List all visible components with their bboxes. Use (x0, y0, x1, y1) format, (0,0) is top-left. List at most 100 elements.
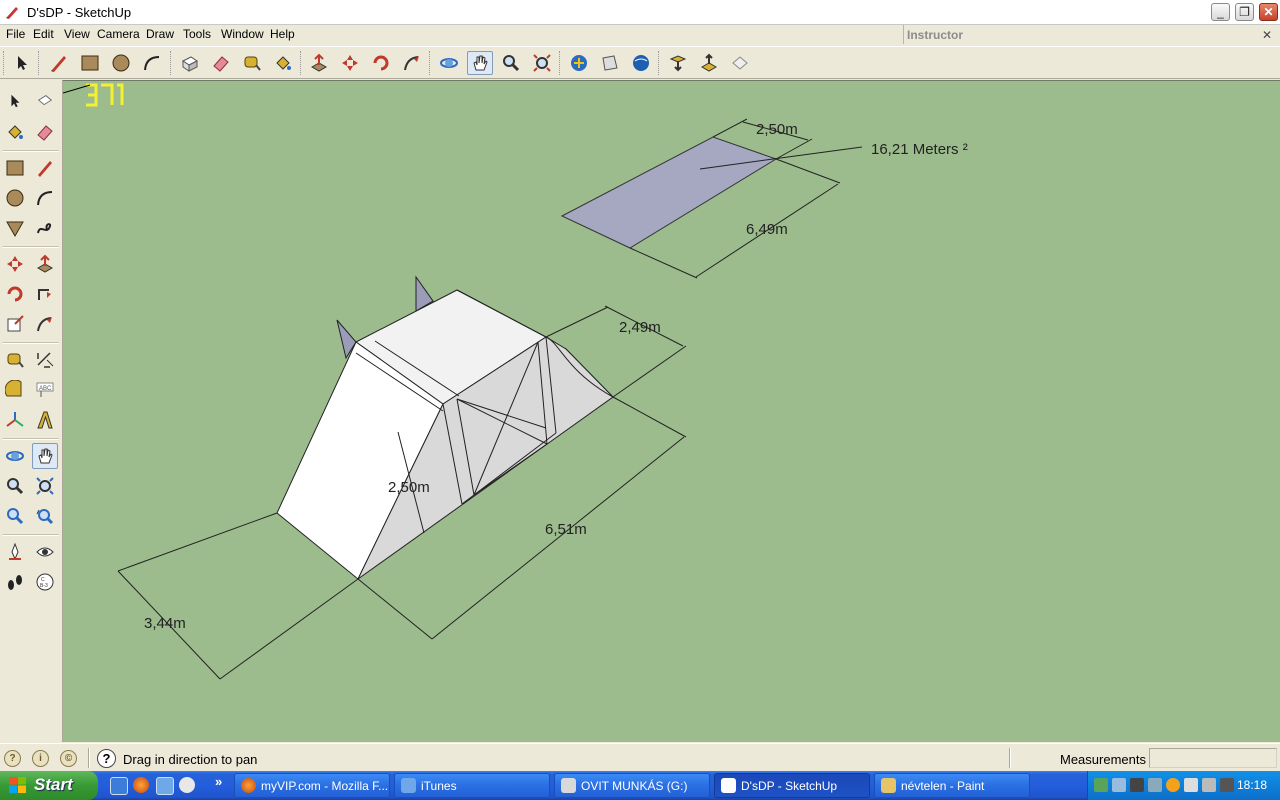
task-itunes[interactable]: iTunes (394, 773, 550, 798)
toolbar-grip[interactable] (38, 51, 42, 75)
display-icon[interactable] (1220, 778, 1234, 792)
google-earth-icon[interactable] (628, 51, 654, 75)
follow-me-icon[interactable] (32, 281, 58, 307)
pencil-icon[interactable] (32, 155, 58, 181)
safely-remove-icon[interactable] (1184, 778, 1198, 792)
section-plane-icon[interactable]: C B-3 (32, 569, 58, 595)
paint-bucket-icon[interactable] (2, 119, 28, 145)
push-pull-icon[interactable] (32, 251, 58, 277)
follow-me-icon[interactable] (399, 51, 425, 75)
firefox-icon[interactable] (133, 777, 149, 793)
zoom-extents-icon[interactable] (529, 51, 555, 75)
toolbar-grip[interactable] (170, 51, 174, 75)
arc-icon[interactable] (139, 51, 165, 75)
winamp-icon[interactable] (179, 777, 195, 793)
pan-icon[interactable] (467, 51, 493, 75)
scale-icon[interactable] (2, 311, 28, 337)
itunes-icon[interactable] (156, 777, 174, 795)
task-firefox[interactable]: myVIP.com - Mozilla F... (234, 773, 390, 798)
pencil-icon[interactable] (46, 51, 72, 75)
look-around-icon[interactable] (32, 539, 58, 565)
menu-edit[interactable]: Edit (33, 27, 54, 41)
restore-button[interactable]: ❐ (1235, 3, 1254, 21)
antivirus-icon[interactable] (1166, 778, 1180, 792)
eraser-icon[interactable] (208, 51, 234, 75)
network-icon[interactable] (1094, 778, 1108, 792)
orbit-icon[interactable] (436, 51, 462, 75)
polygon-icon[interactable] (2, 215, 28, 241)
eraser-icon[interactable] (32, 119, 58, 145)
toolbar-grip[interactable] (3, 51, 7, 75)
toolbar-grip[interactable] (429, 51, 433, 75)
tape-measure-icon[interactable] (239, 51, 265, 75)
minimize-button[interactable]: _ (1211, 3, 1230, 21)
menu-file[interactable]: File (6, 27, 25, 41)
menu-window[interactable]: Window (221, 27, 264, 41)
arc-icon[interactable] (32, 185, 58, 211)
toolbar-grip[interactable] (559, 51, 563, 75)
zoom-extents-icon[interactable] (2, 503, 28, 529)
credits-icon[interactable]: i (32, 750, 49, 767)
rotate-icon[interactable] (2, 281, 28, 307)
printer-icon[interactable] (1202, 778, 1216, 792)
move-icon[interactable] (2, 251, 28, 277)
tape-measure-icon[interactable] (2, 347, 28, 373)
task-drive[interactable]: OVIT MUNKÁS (G:) (554, 773, 710, 798)
task-paint[interactable]: névtelen - Paint (874, 773, 1030, 798)
circle-icon[interactable] (108, 51, 134, 75)
menu-view[interactable]: View (64, 27, 90, 41)
dimension-icon[interactable] (32, 347, 58, 373)
protractor-icon[interactable] (2, 377, 28, 403)
speaker-icon[interactable] (1148, 778, 1162, 792)
toggle-terrain-icon[interactable] (696, 51, 722, 75)
user-icon[interactable]: © (60, 750, 77, 767)
select-icon[interactable] (9, 51, 35, 75)
make-component-icon[interactable] (32, 88, 58, 114)
paint-bucket-icon[interactable] (270, 51, 296, 75)
pan-icon[interactable] (32, 443, 58, 469)
push-pull-icon[interactable] (306, 51, 332, 75)
rectangle-icon[interactable] (2, 155, 28, 181)
tray-app-icon[interactable] (1112, 778, 1126, 792)
text-icon[interactable]: ABC (32, 377, 58, 403)
zoom-icon[interactable] (498, 51, 524, 75)
freehand-icon[interactable] (32, 215, 58, 241)
select-icon[interactable] (2, 88, 28, 114)
toolbar-grip[interactable] (658, 51, 662, 75)
geo-location-icon[interactable]: ? (4, 750, 21, 767)
menu-draw[interactable]: Draw (146, 27, 174, 41)
show-desktop-icon[interactable] (110, 777, 128, 795)
move-icon[interactable] (337, 51, 363, 75)
quicklaunch-more-icon[interactable]: » (215, 774, 222, 789)
3d-text-icon[interactable] (32, 407, 58, 433)
menu-camera[interactable]: Camera (97, 27, 140, 41)
get-models-icon[interactable] (566, 51, 592, 75)
task-sketchup[interactable]: D'sDP - SketchUp (714, 773, 870, 798)
position-camera-icon[interactable] (2, 539, 28, 565)
start-button[interactable]: Start (0, 771, 98, 800)
monitor-icon[interactable] (1130, 778, 1144, 792)
make-component-icon[interactable] (177, 51, 203, 75)
measurements-input[interactable] (1149, 748, 1277, 768)
model-viewport[interactable]: 2,50m 16,21 Meters ² 6,49m 2,49m 2,50m 6… (63, 80, 1280, 742)
instructor-close-icon[interactable]: ✕ (1262, 28, 1272, 42)
get-current-view-icon[interactable] (665, 51, 691, 75)
place-model-icon[interactable] (727, 51, 753, 75)
close-button[interactable]: ✕ (1259, 3, 1278, 21)
axes-icon[interactable] (2, 407, 28, 433)
circle-icon[interactable] (2, 185, 28, 211)
menu-help[interactable]: Help (270, 27, 295, 41)
toolbar-grip[interactable] (300, 51, 304, 75)
share-model-icon[interactable] (597, 51, 623, 75)
zoom-icon[interactable] (2, 473, 28, 499)
orbit-icon[interactable] (2, 443, 28, 469)
offset-icon[interactable] (32, 311, 58, 337)
walk-icon[interactable] (2, 569, 28, 595)
zoom-window-icon[interactable] (32, 473, 58, 499)
measurements-label: Measurements (1060, 752, 1146, 767)
rotate-icon[interactable] (368, 51, 394, 75)
help-icon[interactable]: ? (97, 749, 116, 768)
previous-view-icon[interactable] (32, 503, 58, 529)
menu-tools[interactable]: Tools (183, 27, 211, 41)
rectangle-icon[interactable] (77, 51, 103, 75)
